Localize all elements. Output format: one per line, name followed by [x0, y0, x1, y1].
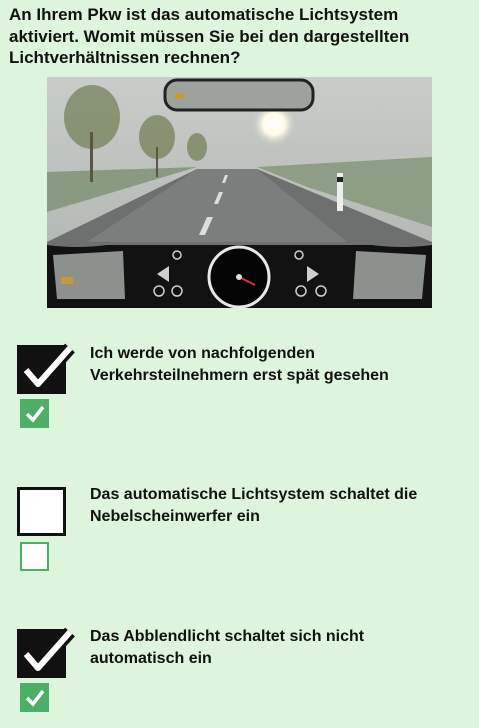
answer-1-text[interactable]: Ich werde von nachfolgenden Verkehrsteil…	[90, 343, 460, 387]
check-icon	[21, 343, 75, 391]
answer-2-solution-checkbox	[20, 542, 49, 571]
answer-2-text[interactable]: Das automatische Lichtsystem schaltet di…	[90, 484, 460, 528]
answer-3-solution-checkbox	[20, 683, 49, 712]
check-icon	[21, 627, 75, 675]
fog-driving-scene-image	[47, 77, 432, 308]
question-text: An Ihrem Pkw ist das automatische Lichts…	[9, 5, 410, 67]
check-icon	[25, 405, 45, 423]
answer-1-solution-checkbox	[20, 399, 49, 428]
speedometer-icon	[207, 245, 271, 308]
check-icon	[25, 689, 45, 707]
answer-1-checkbox[interactable]	[17, 343, 75, 394]
answer-2-checkbox[interactable]	[17, 487, 66, 536]
answer-3-checkbox[interactable]	[17, 627, 75, 678]
answer-3-text[interactable]: Das Abblendlicht schaltet sich nicht aut…	[90, 626, 460, 670]
